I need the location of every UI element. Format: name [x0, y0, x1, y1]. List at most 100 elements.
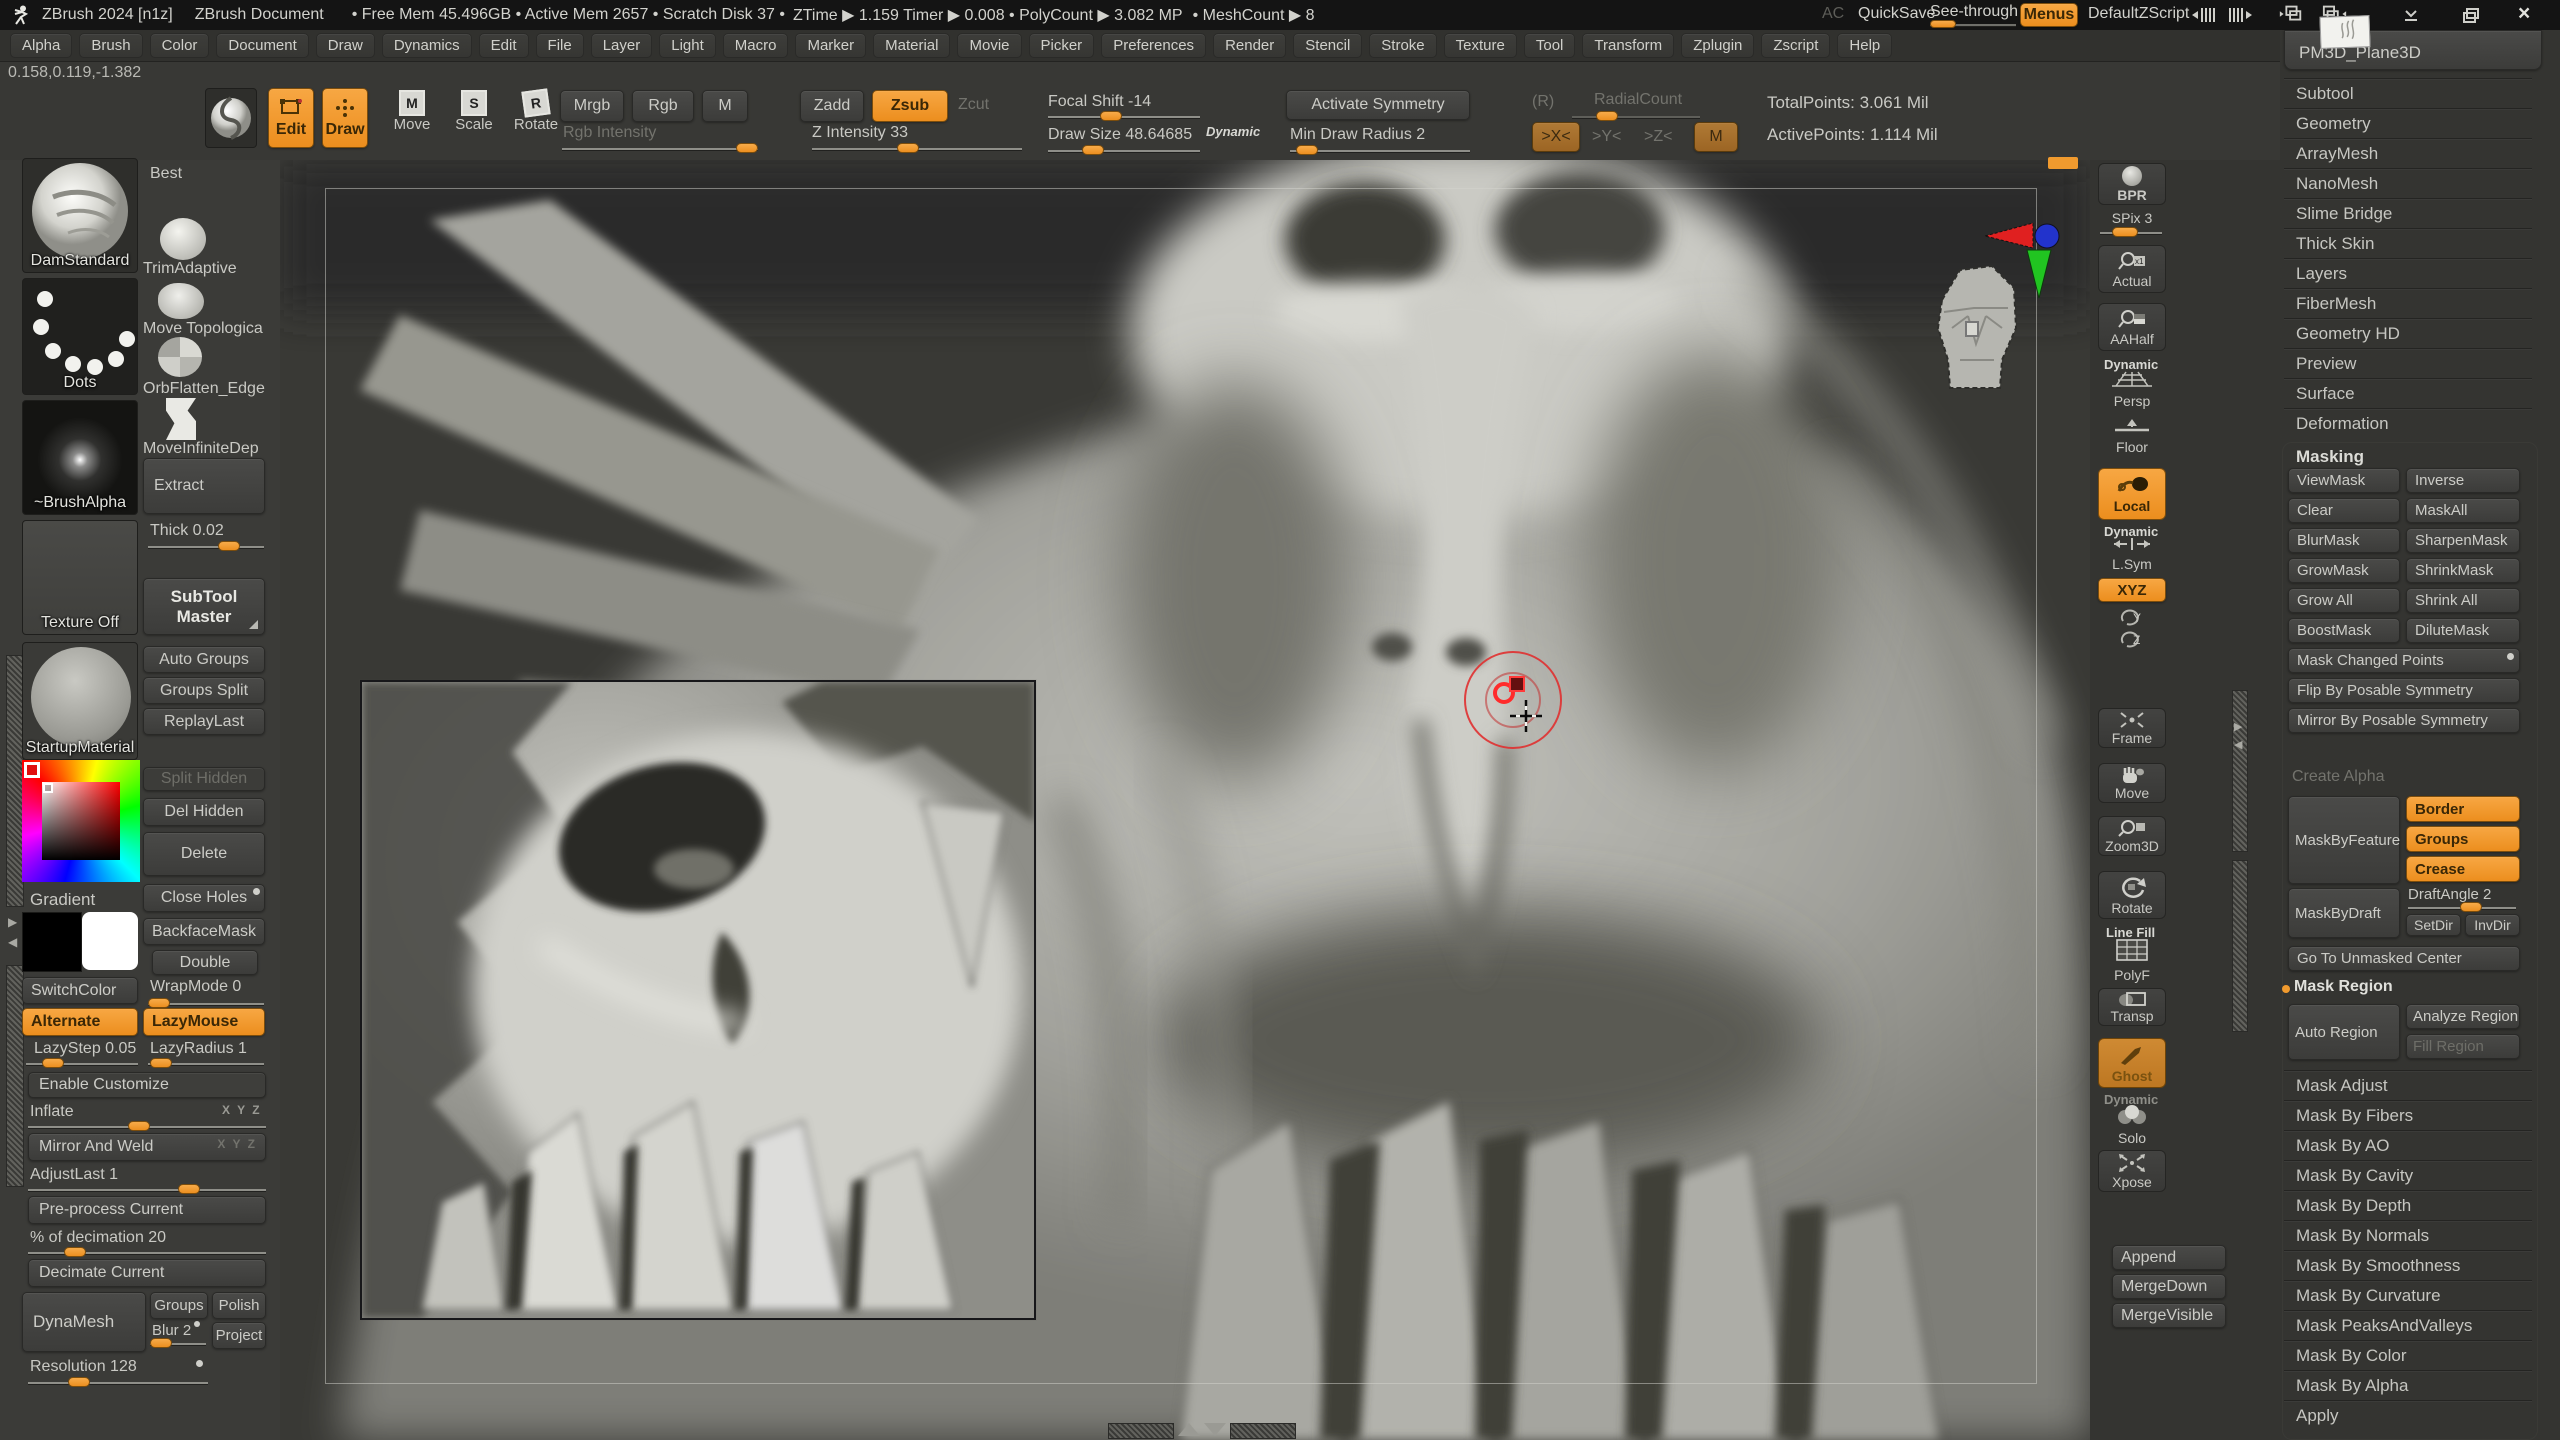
brush-thumbnail-damstandard[interactable]: DamStandard — [22, 158, 138, 273]
draft-angle-track[interactable] — [2408, 907, 2516, 909]
double-button[interactable]: Double — [152, 950, 258, 975]
min-draw-radius-nub[interactable] — [1296, 145, 1318, 155]
rgb-intensity-track[interactable] — [562, 148, 758, 150]
mask-changed-points-button[interactable]: Mask Changed Points — [2288, 648, 2520, 673]
color-picker[interactable] — [22, 760, 140, 882]
close-holes-button[interactable]: Close Holes — [143, 884, 265, 912]
mask-by-smoothness-row[interactable]: Mask By Smoothness — [2284, 1250, 2532, 1280]
adjust-last-nub[interactable] — [178, 1184, 200, 1194]
see-through-slider[interactable]: See-through 0 — [1930, 3, 2031, 21]
frame-button[interactable]: Frame — [2098, 708, 2166, 748]
focal-shift-slider-label[interactable]: Focal Shift -14 — [1048, 93, 1151, 111]
split-hidden-button[interactable]: Split Hidden — [143, 767, 265, 791]
canvas-hscroll-right[interactable] — [1230, 1423, 1296, 1439]
blurmask-button[interactable]: BlurMask — [2288, 528, 2400, 553]
texture-thumbnail-off[interactable]: Texture Off — [22, 520, 138, 635]
brush-thumbnail-dots[interactable]: Dots — [22, 278, 138, 395]
auto-groups-button[interactable]: Auto Groups — [143, 646, 265, 673]
lazy-radius-slider-label[interactable]: LazyRadius 1 — [150, 1040, 247, 1058]
mask-region-header[interactable]: Mask Region — [2294, 978, 2393, 996]
main-color-swatch[interactable] — [22, 912, 82, 972]
move-button[interactable]: M Move — [385, 90, 439, 133]
adjust-last-slider-label[interactable]: AdjustLast 1 — [30, 1166, 118, 1184]
edit-button[interactable]: Edit — [268, 88, 314, 148]
xpose-button[interactable]: Xpose — [2098, 1150, 2166, 1192]
apply-row[interactable]: Apply — [2284, 1400, 2532, 1430]
menu-macro[interactable]: Macro — [723, 33, 789, 58]
z-rotation-button[interactable]: Z — [2114, 630, 2150, 653]
spix-nub[interactable] — [2112, 227, 2138, 237]
brush-label-orbflatten[interactable]: OrbFlatten_Edge — [143, 380, 265, 398]
menu-dynamics[interactable]: Dynamics — [382, 33, 472, 58]
tool-section-surface[interactable]: Surface — [2284, 378, 2532, 408]
resolution-slider-label[interactable]: Resolution 128 — [30, 1358, 137, 1376]
transparency-button[interactable]: Transp — [2098, 988, 2166, 1026]
mirror-posable-symmetry-button[interactable]: Mirror By Posable Symmetry — [2288, 708, 2520, 733]
menu-alpha[interactable]: Alpha — [10, 33, 72, 58]
radial-count-slider-label[interactable]: RadialCount — [1594, 91, 1682, 109]
z-intensity-slider-label[interactable]: Z Intensity 33 — [812, 124, 908, 142]
menu-movie[interactable]: Movie — [957, 33, 1021, 58]
inverse-button[interactable]: Inverse — [2406, 468, 2520, 493]
tool-section-preview[interactable]: Preview — [2284, 348, 2532, 378]
menu-marker[interactable]: Marker — [795, 33, 866, 58]
shrinkmask-button[interactable]: ShrinkMask — [2406, 558, 2520, 583]
tool-section-subtool[interactable]: Subtool — [2284, 78, 2532, 108]
backface-mask-button[interactable]: BackfaceMask — [143, 918, 265, 945]
thick-track[interactable] — [148, 546, 264, 548]
zsub-button[interactable]: Zsub — [872, 90, 948, 122]
tool-section-arraymesh[interactable]: ArrayMesh — [2284, 138, 2532, 168]
xyz-rotation-button[interactable]: XYZ — [2098, 578, 2166, 602]
fill-region-button[interactable]: Fill Region — [2406, 1034, 2520, 1059]
rgb-intensity-slider-label[interactable]: Rgb Intensity — [563, 124, 656, 142]
draw-button[interactable]: Draw — [322, 88, 368, 148]
menu-stencil[interactable]: Stencil — [1293, 33, 1362, 58]
setdir-button[interactable]: SetDir — [2406, 914, 2461, 936]
replay-last-button[interactable]: ReplayLast — [143, 708, 265, 735]
groups-split-button[interactable]: Groups Split — [143, 677, 265, 704]
tool-section-geometry-hd[interactable]: Geometry HD — [2284, 318, 2532, 348]
scroll-up-arrow-icon[interactable] — [1178, 1423, 1200, 1436]
menu-color[interactable]: Color — [150, 33, 210, 58]
aahalf-button[interactable]: AAHalf — [2098, 303, 2166, 351]
lazy-radius-nub[interactable] — [150, 1058, 172, 1068]
dilutemask-button[interactable]: DiluteMask — [2406, 618, 2520, 643]
dynamesh-blur-track[interactable] — [150, 1343, 206, 1345]
brush-thumbnail-moveinfinitedepth[interactable] — [166, 398, 196, 440]
mirror-xyz-toggle[interactable]: X Y Z — [217, 1137, 257, 1151]
focal-shift-track[interactable] — [1048, 116, 1200, 118]
menu-edit[interactable]: Edit — [479, 33, 529, 58]
preprocess-current-button[interactable]: Pre-process Current — [28, 1196, 266, 1224]
alpha-thumbnail-brushalpha[interactable]: ~BrushAlpha — [22, 400, 138, 515]
spix-slider[interactable]: SPix 3 — [2098, 210, 2166, 226]
draft-angle-slider-label[interactable]: DraftAngle 2 — [2408, 886, 2491, 903]
menu-render[interactable]: Render — [1213, 33, 1286, 58]
polyframe-button[interactable]: PolyF — [2098, 938, 2166, 983]
menu-material[interactable]: Material — [873, 33, 950, 58]
tool-section-layers[interactable]: Layers — [2284, 258, 2532, 288]
lazy-step-slider-label[interactable]: LazyStep 0.05 — [34, 1040, 136, 1058]
brush-label-movetopological[interactable]: Move Topologica — [143, 320, 263, 338]
gradient-label[interactable]: Gradient — [30, 890, 95, 910]
menu-picker[interactable]: Picker — [1029, 33, 1095, 58]
sharpenmask-button[interactable]: SharpenMask — [2406, 528, 2520, 553]
minimize-icon[interactable] — [2398, 6, 2424, 26]
rgb-intensity-nub[interactable] — [736, 143, 758, 153]
radial-count-nub[interactable] — [1596, 111, 1618, 121]
local-button[interactable]: Local — [2098, 468, 2166, 520]
scale-button[interactable]: S Scale — [447, 90, 501, 133]
wrap-mode-slider-label[interactable]: WrapMode 0 — [150, 978, 241, 996]
mask-by-alpha-row[interactable]: Mask By Alpha — [2284, 1370, 2532, 1400]
clear-button[interactable]: Clear — [2288, 498, 2400, 523]
dynamesh-project-button[interactable]: Project — [212, 1322, 266, 1349]
decimate-current-button[interactable]: Decimate Current — [28, 1259, 266, 1287]
append-button[interactable]: Append — [2112, 1245, 2226, 1270]
decimation-slider-label[interactable]: % of decimation 20 — [30, 1229, 166, 1247]
mask-by-ao-row[interactable]: Mask By AO — [2284, 1130, 2532, 1160]
y-rotation-button[interactable]: Y — [2114, 608, 2150, 631]
del-hidden-button[interactable]: Del Hidden — [143, 798, 265, 826]
floor-button[interactable]: Floor — [2098, 418, 2166, 455]
draw-size-nub[interactable] — [1082, 145, 1104, 155]
menu-document[interactable]: Document — [216, 33, 308, 58]
wrap-mode-nub[interactable] — [148, 998, 170, 1008]
